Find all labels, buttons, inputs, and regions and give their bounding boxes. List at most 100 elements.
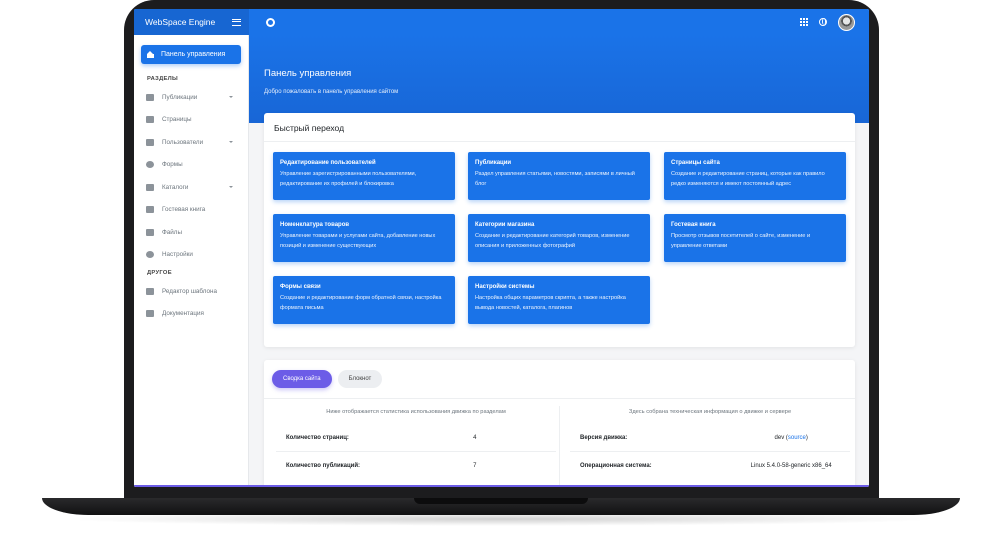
sidebar-item-template-editor[interactable]: Редактор шаблона	[134, 280, 248, 303]
chevron-down-icon	[229, 96, 233, 98]
page-title: Панель управления	[264, 68, 352, 79]
page-header: Панель управления Добро пожаловать в пан…	[249, 35, 869, 123]
stat-label: Количество страниц:	[286, 435, 349, 441]
stat-value: dev (source)	[774, 435, 808, 441]
tile-description: Создание и редактирование категорий това…	[475, 233, 630, 249]
tab-notepad[interactable]: Блокнот	[337, 370, 383, 388]
apps-grid-icon[interactable]	[800, 18, 808, 26]
quick-tile-categories[interactable]: Категории магазина Создание и редактиров…	[468, 214, 650, 262]
sidebar-item-label: Документация	[162, 310, 204, 318]
sidebar-item-files[interactable]: Файлы	[134, 221, 248, 244]
tile-description: Настройка общих параметров скрипта, а та…	[475, 295, 626, 311]
bottom-accent-bar	[134, 485, 869, 487]
quick-tile-system-settings[interactable]: Настройки системы Настройка общих параме…	[468, 276, 650, 324]
quick-tile-forms[interactable]: Формы связи Создание и редактирование фо…	[273, 276, 455, 324]
sidebar-item-label: Каталоги	[162, 183, 189, 191]
tile-title: Номенклатура товаров	[280, 222, 350, 228]
tile-description: Создание и редактирование форм обратной …	[280, 295, 442, 311]
sidebar-item-pages[interactable]: Страницы	[134, 109, 248, 132]
sidebar-item-documentation[interactable]: Документация	[134, 303, 248, 326]
avatar[interactable]	[838, 13, 855, 31]
files-icon	[146, 228, 154, 236]
quick-tile-products[interactable]: Номенклатура товаров Управление товарами…	[273, 214, 455, 262]
tile-title: Формы связи	[280, 284, 321, 290]
sidebar-item-dashboard[interactable]: Панель управления	[141, 45, 241, 64]
stat-value: 7	[473, 462, 477, 469]
tile-description: Управление товарами и услугами сайта, до…	[280, 233, 436, 249]
tech-info: Здесь собрана техническая информация о д…	[570, 409, 850, 479]
forms-icon	[146, 161, 154, 169]
sidebar-item-label: Настройки	[162, 251, 193, 259]
sidebar-item-label: Формы	[162, 161, 183, 169]
sidebar-item-users[interactable]: Пользователи	[134, 131, 248, 154]
guestbook-icon	[146, 206, 154, 214]
sidebar-item-label: Панель управления	[161, 51, 226, 58]
tile-title: Гостевая книга	[671, 222, 716, 228]
home-icon	[147, 51, 154, 58]
users-icon	[146, 138, 154, 146]
tile-title: Страницы сайта	[671, 160, 720, 166]
sidebar-item-publications[interactable]: Публикации	[134, 86, 248, 109]
sidebar-item-label: Гостевая книга	[162, 206, 206, 214]
sidebar-item-label: Файлы	[162, 228, 183, 236]
tile-description: Просмотр отзывов посетителей о сайте, из…	[671, 233, 811, 249]
source-link[interactable]: source	[788, 435, 806, 441]
tile-description: Создание и редактирование страниц, котор…	[671, 171, 825, 187]
table-row: Операционная система: Linux 5.4.0-58-gen…	[570, 452, 850, 479]
menu-toggle-icon[interactable]	[232, 18, 241, 26]
table-row: Количество страниц: 4	[276, 425, 556, 452]
site-logo-icon[interactable]	[266, 17, 275, 27]
quick-access-card: Быстрый переход Редактирование пользоват…	[264, 113, 855, 347]
tab-site-summary[interactable]: Сводка сайта	[272, 370, 332, 388]
sidebar-item-label: Редактор шаблона	[162, 287, 217, 295]
tile-description: Раздел управления статьями, новостями, з…	[475, 171, 635, 187]
stat-label: Операционная система:	[580, 462, 652, 469]
sidebar: Панель управления РАЗДЕЛЫ Публикации Стр…	[134, 35, 249, 487]
settings-icon	[146, 251, 154, 259]
sidebar-item-forms[interactable]: Формы	[134, 154, 248, 177]
summary-card: Сводка сайта Блокнот Ниже отображается с…	[264, 360, 855, 487]
sidebar-section-title: РАЗДЕЛЫ	[147, 76, 179, 82]
tile-title: Категории магазина	[475, 222, 535, 228]
laptop-notch	[414, 498, 588, 504]
quick-tile-publications[interactable]: Публикации Раздел управления статьями, н…	[468, 152, 650, 200]
tile-title: Публикации	[475, 160, 512, 166]
tile-title: Настройки системы	[475, 284, 535, 290]
pages-icon	[146, 116, 154, 124]
sidebar-section-title: ДРУГОЕ	[147, 270, 172, 276]
sidebar-item-settings[interactable]: Настройки	[134, 244, 248, 267]
stat-label: Количество публикаций:	[286, 462, 361, 469]
screen: WebSpace Engine Панель управления РАЗДЕЛ…	[134, 9, 869, 487]
stat-value: Linux 5.4.0-58-generic x86_64	[750, 462, 832, 469]
quick-tile-users[interactable]: Редактирование пользователей Управление …	[273, 152, 455, 200]
quick-tile-pages[interactable]: Страницы сайта Создание и редактирование…	[664, 152, 846, 200]
tech-info-caption: Здесь собрана техническая информация о д…	[628, 409, 792, 415]
usage-stats: Ниже отображается статистика использован…	[276, 409, 556, 479]
sidebar-item-guestbook[interactable]: Гостевая книга	[134, 199, 248, 222]
engine-version: dev	[774, 435, 785, 441]
card-title: Быстрый переход	[264, 113, 855, 142]
globe-icon[interactable]	[819, 18, 827, 26]
sidebar-item-catalogs[interactable]: Каталоги	[134, 176, 248, 199]
stat-label: Версия движка:	[580, 435, 628, 441]
tile-title: Редактирование пользователей	[280, 160, 376, 166]
brand: WebSpace Engine	[134, 9, 249, 35]
column-divider	[559, 406, 560, 487]
quick-tile-guestbook[interactable]: Гостевая книга Просмотр отзывов посетите…	[664, 214, 846, 262]
publications-icon	[146, 93, 154, 101]
sidebar-item-label: Пользователи	[162, 138, 204, 146]
sidebar-item-label: Публикации	[162, 93, 198, 101]
template-editor-icon	[146, 287, 154, 295]
catalogs-icon	[146, 183, 154, 191]
page-subtitle: Добро пожаловать в панель управления сай…	[264, 89, 399, 95]
chevron-down-icon	[229, 186, 233, 188]
documentation-icon	[146, 310, 154, 318]
table-row: Версия движка: dev (source)	[570, 425, 850, 452]
app-title: WebSpace Engine	[145, 17, 216, 27]
stat-value: 4	[473, 435, 477, 441]
main-content: Панель управления Добро пожаловать в пан…	[249, 35, 869, 487]
top-navbar: WebSpace Engine	[134, 9, 869, 35]
chevron-down-icon	[229, 141, 233, 143]
sidebar-item-label: Страницы	[162, 116, 192, 124]
summary-tabs: Сводка сайта Блокнот	[264, 360, 855, 399]
